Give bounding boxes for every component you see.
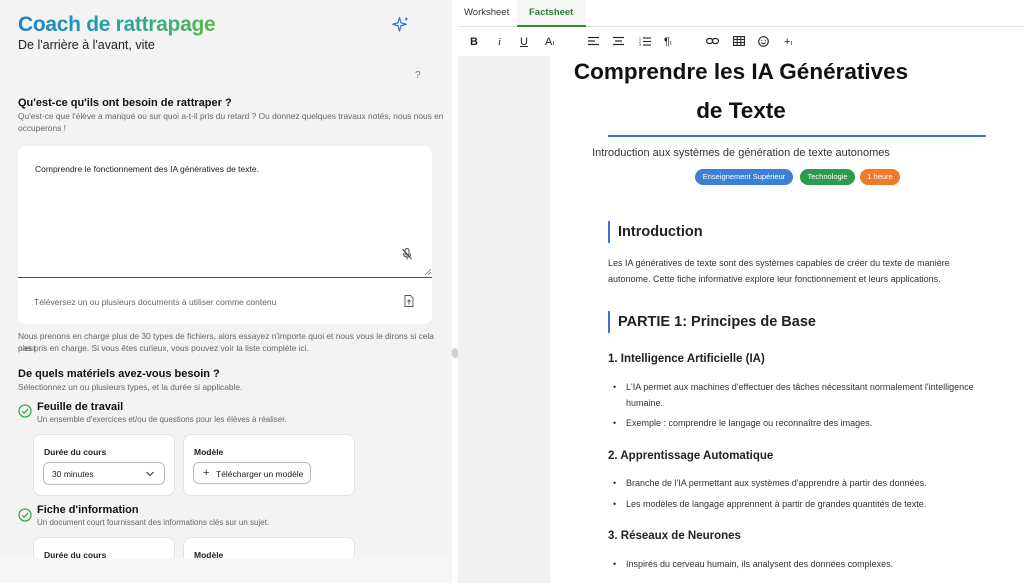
material1-desc: Un ensemble d'exercices et/ou de questio… [37, 415, 287, 424]
tag-subject: Technologie [800, 169, 855, 185]
document-title-line1: Comprendre les IA Génératives [573, 59, 909, 84]
material2-desc: Un document court fournissant des inform… [37, 518, 270, 527]
question1-title: Qu'est-ce qu'ils ont besoin de rattraper… [18, 97, 232, 109]
left-panel: Coach de rattrapage De l'arrière à l'ava… [0, 0, 452, 583]
align-left-icon[interactable] [588, 36, 599, 46]
paragraph-button[interactable]: ¶ı [664, 36, 672, 50]
editor-toolbar: B i U Aı 123 ¶ı +ı [458, 28, 1024, 56]
material1-duration-card: Durée du cours 30 minutes [33, 434, 175, 496]
list-item: Les modèles de langage apprennent à part… [613, 497, 986, 513]
table-icon[interactable] [733, 36, 745, 46]
list-item: Inspirés du cerveau humain, ils analysen… [613, 557, 986, 573]
file-upload-icon[interactable] [404, 295, 414, 307]
plus-icon: + [203, 467, 210, 479]
section1-title: 1. Intelligence Artificielle (IA) [608, 353, 765, 365]
question1-desc-line1: Qu'est-ce que l'élève a manqué ou sur qu… [18, 111, 444, 121]
upload-dropzone[interactable]: Téléversez un ou plusieurs documents à u… [18, 278, 432, 324]
section-bar [608, 311, 610, 333]
resize-handle-icon[interactable] [424, 268, 431, 275]
tab-factsheet[interactable]: Factsheet [529, 7, 573, 18]
check-circle-icon[interactable] [18, 404, 32, 418]
document-title-line2: de Texte [696, 98, 786, 123]
topic-textarea[interactable]: Comprendre le fonctionnement des IA géné… [18, 146, 432, 278]
emoji-icon[interactable] [758, 36, 769, 47]
help-icon[interactable]: ? [415, 70, 421, 81]
model-label: Modèle [194, 447, 224, 457]
upload-template-button[interactable]: + Télécharger un modèle [193, 462, 311, 484]
title-rule [608, 135, 986, 137]
material1-model-card: Modèle + Télécharger un modèle [183, 434, 355, 496]
list-item: Branche de l'IA permettant aux systèmes … [613, 476, 986, 492]
align-center-icon[interactable] [613, 36, 624, 46]
paragraph-small-glyph: ı [669, 40, 672, 47]
insert-small-glyph: ı [790, 40, 793, 47]
sparkle-icon[interactable] [392, 16, 410, 34]
app-title: Coach de rattrapage [18, 13, 216, 36]
material1-title[interactable]: Feuille de travail [37, 401, 123, 413]
duration-select-value: 30 minutes [52, 469, 94, 479]
list-item: L'IA permet aux machines d'effectuer des… [613, 380, 986, 411]
upload-label: Téléversez un ou plusieurs documents à u… [34, 297, 277, 307]
duration-label: Durée du cours [44, 447, 107, 457]
question2-desc: Sélectionnez un ou plusieurs types, et l… [18, 382, 243, 392]
duration-select[interactable]: 30 minutes [43, 462, 165, 485]
tab-worksheet[interactable]: Worksheet [464, 7, 509, 18]
upload-note-line2: pas pris en charge. Si vous êtes curieux… [18, 343, 309, 353]
part1-title: PARTIE 1: Principes de Base [618, 314, 816, 330]
italic-button[interactable]: i [498, 36, 501, 48]
tag-duration: 1 heure [860, 169, 900, 185]
font-size-small-glyph: ı [552, 40, 555, 47]
chevron-down-icon [146, 471, 154, 477]
upload-template-label: Télécharger un modèle [216, 469, 304, 479]
underline-button[interactable]: U [520, 36, 528, 48]
bold-button[interactable]: B [470, 36, 478, 48]
material2-title[interactable]: Fiche d'information [37, 504, 139, 516]
app-subtitle: De l'arrière à l'avant, vite [18, 38, 155, 52]
right-panel: Worksheet Factsheet B i U Aı 123 ¶ı +ı C… [458, 0, 1024, 583]
numbered-list-icon[interactable]: 123 [639, 36, 651, 46]
intro-title: Introduction [618, 224, 703, 240]
bottom-bar [0, 558, 452, 583]
section2-title: 2. Apprentissage Automatique [608, 450, 774, 462]
link-icon[interactable] [706, 36, 719, 46]
document-subtitle: Introduction aux systèmes de génération … [592, 147, 890, 159]
tag-level: Enseignement Supérieur [695, 169, 793, 185]
intro-text: Les IA génératives de texte sont des sys… [608, 258, 950, 284]
question2-title: De quels matériels avez-vous besoin ? [18, 368, 220, 380]
question1-desc-line2: occuperons ! [18, 123, 66, 133]
insert-button[interactable]: +ı [784, 36, 792, 50]
font-size-button[interactable]: Aı [545, 36, 554, 50]
tab-bar: Worksheet Factsheet [458, 0, 1024, 27]
check-circle-icon[interactable] [18, 508, 32, 522]
list-item: Exemple : comprendre le langage ou recon… [613, 416, 986, 432]
microphone-off-icon[interactable] [402, 248, 412, 260]
svg-text:3: 3 [639, 43, 641, 46]
section3-title: 3. Réseaux de Neurones [608, 530, 741, 542]
section-bar [608, 221, 610, 243]
topic-textarea-value: Comprendre le fonctionnement des IA géné… [35, 164, 259, 174]
